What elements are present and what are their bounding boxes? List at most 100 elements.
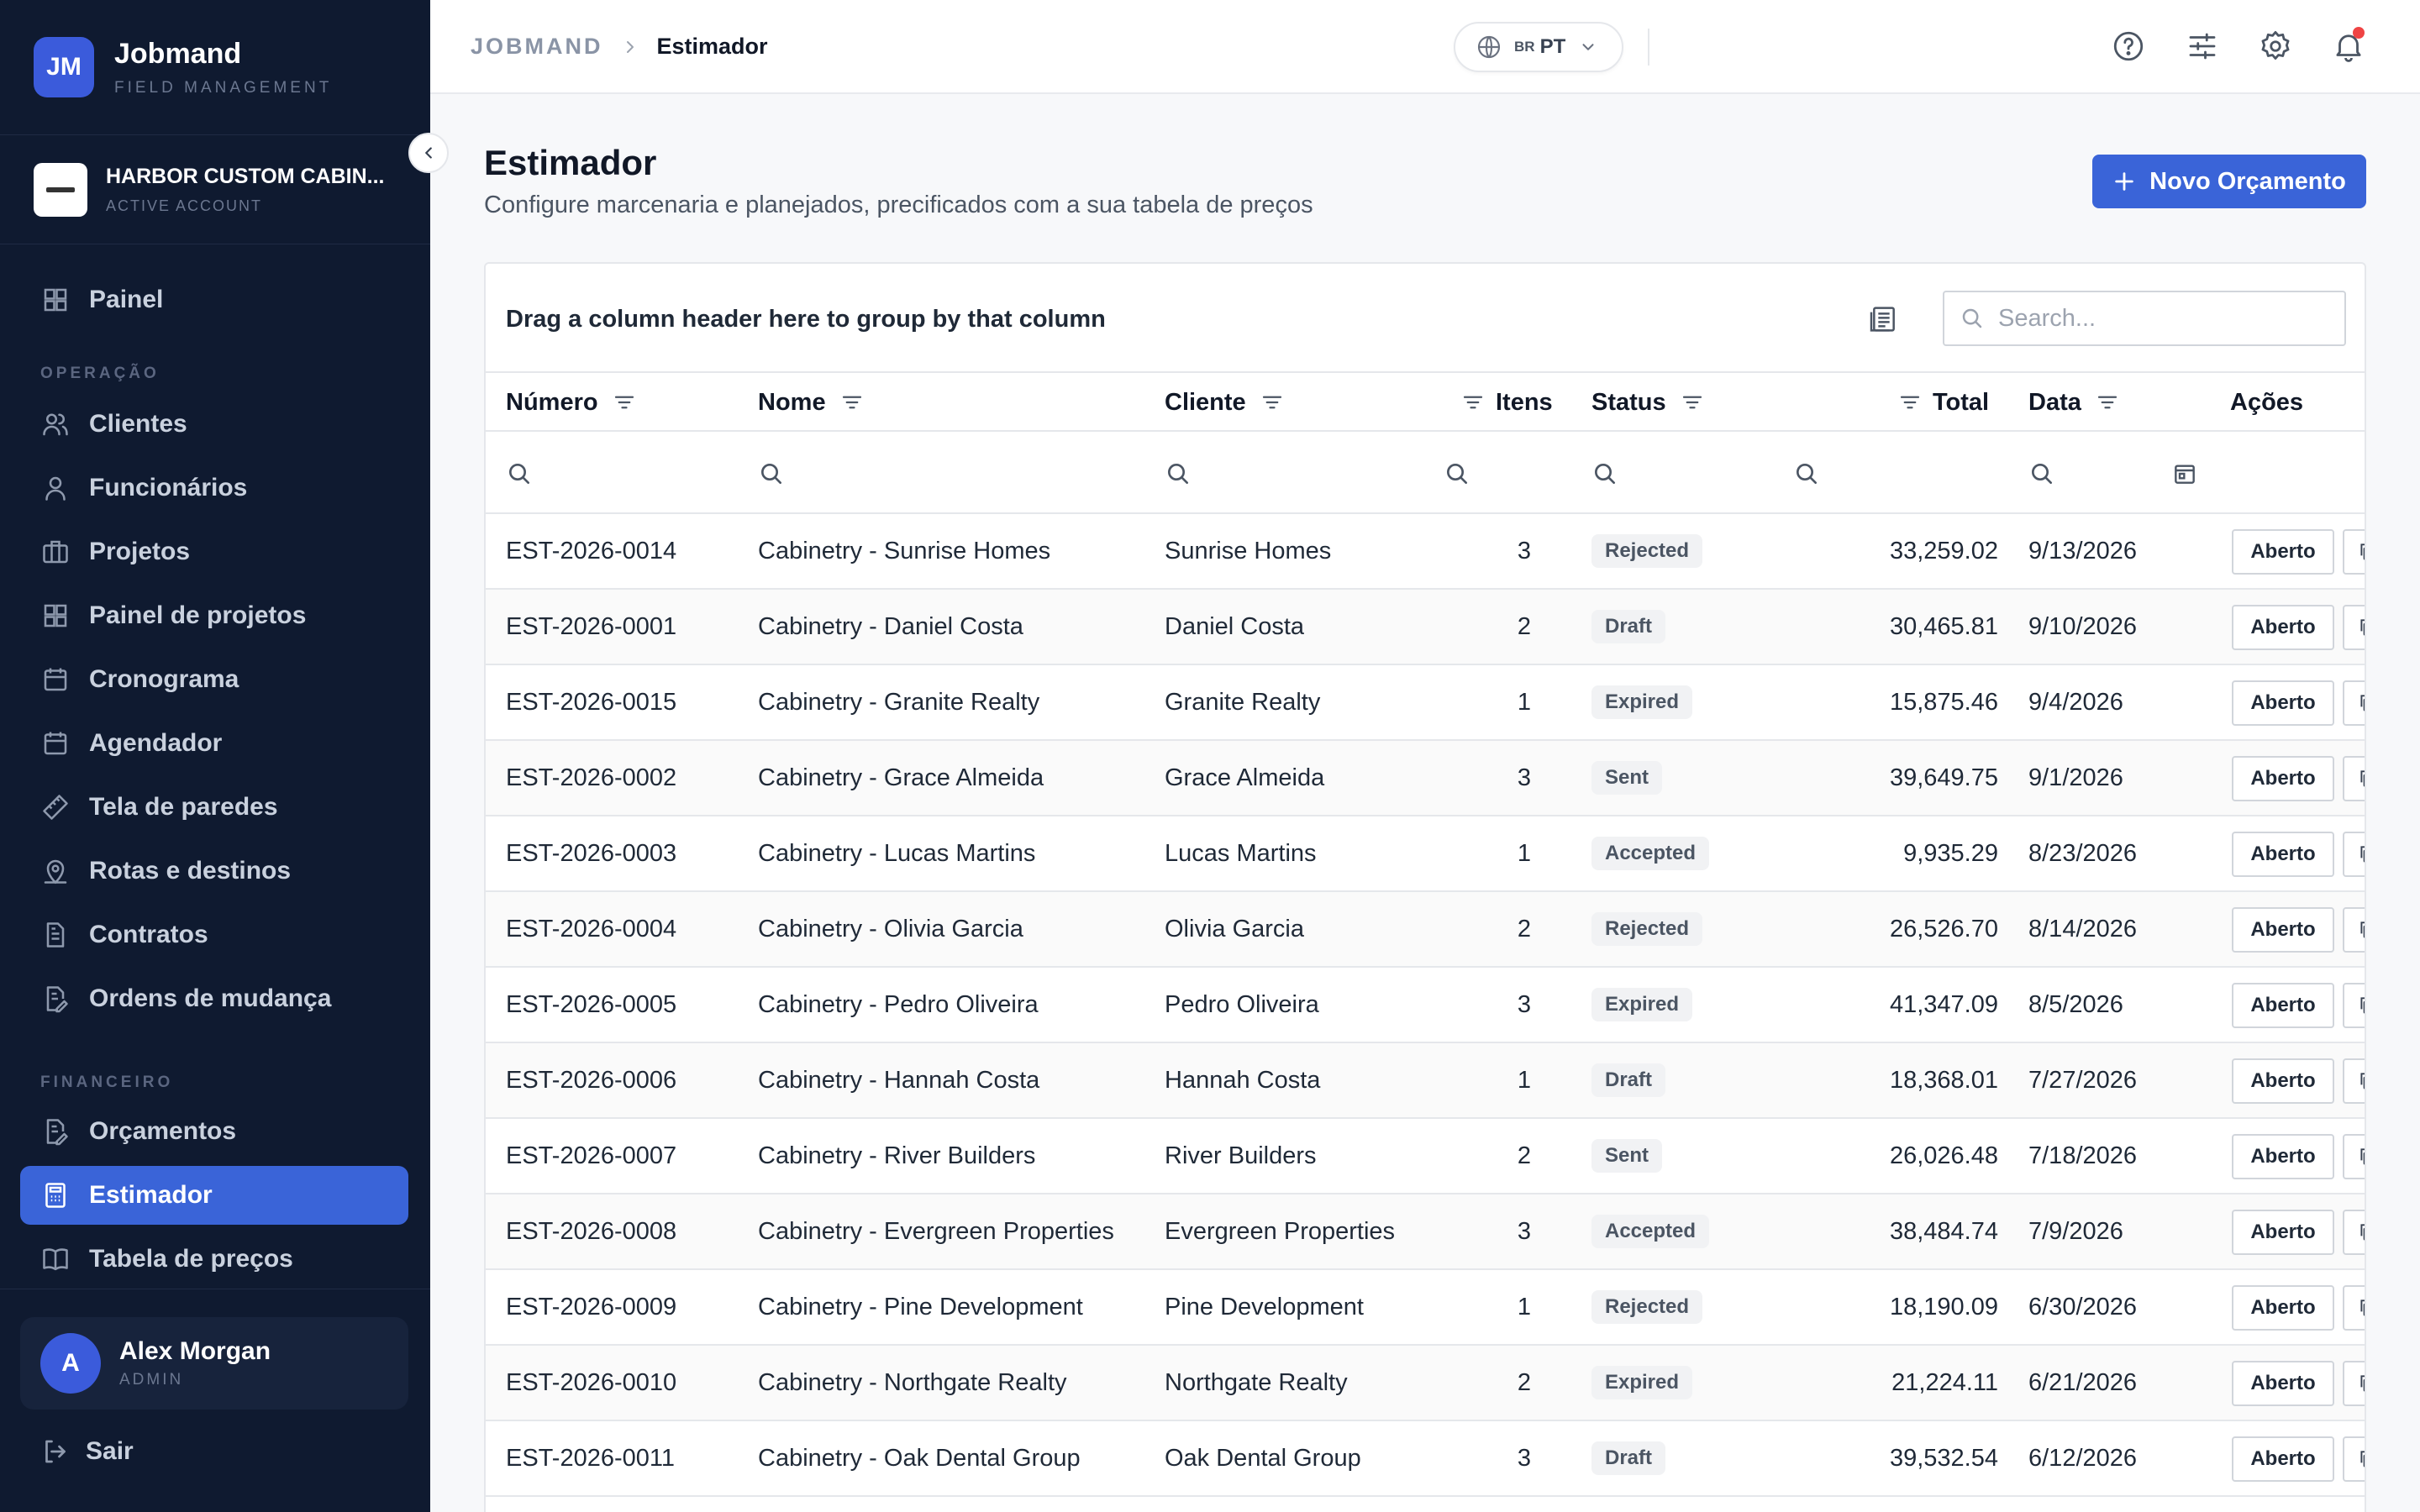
open-button[interactable]: Aberto bbox=[2232, 1134, 2334, 1179]
table-row[interactable]: EST-2026-0010 Cabinetry - Northgate Realt… bbox=[486, 1346, 2365, 1421]
filter-icon[interactable] bbox=[1460, 390, 1486, 415]
table-row[interactable]: EST-2026-0014 Cabinetry - Sunrise Homes Su… bbox=[486, 514, 2365, 590]
copy-button[interactable] bbox=[2343, 756, 2365, 801]
language-selector[interactable]: BR PT bbox=[1454, 22, 1623, 72]
sidebar-item-tabela-de-precos[interactable]: Tabela de preços bbox=[20, 1230, 408, 1289]
column-header-label: Itens bbox=[1496, 388, 1553, 416]
cell-nome: Cabinetry - Pine Development bbox=[758, 1293, 1083, 1320]
open-button[interactable]: Aberto bbox=[2232, 832, 2334, 877]
group-panel[interactable]: Drag a column header here to group by th… bbox=[486, 264, 2365, 373]
breadcrumb-root[interactable]: JOBMAND bbox=[471, 34, 603, 60]
new-estimate-button[interactable]: Novo Orçamento bbox=[2092, 155, 2366, 208]
open-button[interactable]: Aberto bbox=[2232, 680, 2334, 726]
calendar-icon[interactable] bbox=[2171, 460, 2198, 487]
open-button[interactable]: Aberto bbox=[2232, 1210, 2334, 1255]
logout-button[interactable]: Sair bbox=[40, 1436, 134, 1467]
table-row[interactable]: EST-2026-0011 Cabinetry - Oak Dental Grou… bbox=[486, 1421, 2365, 1497]
column-header-data[interactable]: Data bbox=[2028, 373, 2120, 432]
copy-button[interactable] bbox=[2343, 680, 2365, 726]
copy-button[interactable] bbox=[2343, 1134, 2365, 1179]
copy-button[interactable] bbox=[2343, 1058, 2365, 1104]
open-button[interactable]: Aberto bbox=[2232, 756, 2334, 801]
copy-button[interactable] bbox=[2343, 605, 2365, 650]
copy-button[interactable] bbox=[2343, 1361, 2365, 1406]
copy-icon bbox=[2357, 1146, 2365, 1168]
brand[interactable]: JM Jobmand FIELD MANAGEMENT bbox=[34, 37, 332, 97]
sidebar-item-funcionarios[interactable]: Funcionários bbox=[20, 459, 408, 517]
filter-icon[interactable] bbox=[2095, 390, 2120, 415]
column-header-numero[interactable]: Número bbox=[506, 373, 637, 432]
sidebar-item-painel[interactable]: Painel bbox=[20, 270, 408, 329]
sidebar-item-rotas-e-destinos[interactable]: Rotas e destinos bbox=[20, 842, 408, 900]
sliders-icon[interactable] bbox=[2185, 29, 2220, 64]
filter-icon[interactable] bbox=[1260, 390, 1285, 415]
copy-button[interactable] bbox=[2343, 907, 2365, 953]
sidebar-item-agendador[interactable]: Agendador bbox=[20, 714, 408, 773]
table-row[interactable]: EST-2026-0005 Cabinetry - Pedro Oliveira P… bbox=[486, 968, 2365, 1043]
table-row[interactable]: EST-2026-0002 Cabinetry - Grace Almeida Gr… bbox=[486, 741, 2365, 816]
grid-search-input[interactable] bbox=[1998, 304, 2334, 333]
open-button[interactable]: Aberto bbox=[2232, 605, 2334, 650]
table-row[interactable]: EST-2026-0003 Cabinetry - Lucas Martins Lu… bbox=[486, 816, 2365, 892]
gear-icon[interactable] bbox=[2258, 29, 2293, 64]
open-button[interactable]: Aberto bbox=[2232, 1436, 2334, 1482]
sidebar-item-painel-de-projetos[interactable]: Painel de projetos bbox=[20, 586, 408, 645]
copy-button[interactable] bbox=[2343, 1210, 2365, 1255]
cell-numero: EST-2026-0015 bbox=[506, 688, 677, 716]
grid-search[interactable] bbox=[1943, 291, 2346, 346]
search-icon[interactable] bbox=[1444, 460, 1470, 487]
sidebar-item-cronograma[interactable]: Cronograma bbox=[20, 650, 408, 709]
open-button[interactable]: Aberto bbox=[2232, 1361, 2334, 1406]
search-icon[interactable] bbox=[1165, 460, 1192, 487]
filter-icon[interactable] bbox=[612, 390, 637, 415]
search-icon[interactable] bbox=[506, 460, 533, 487]
table-row[interactable]: EST-2026-0015 Cabinetry - Granite Realty G… bbox=[486, 665, 2365, 741]
open-button[interactable]: Aberto bbox=[2232, 983, 2334, 1028]
cell-cliente: Lucas Martins bbox=[1165, 839, 1317, 867]
sidebar-item-projetos[interactable]: Projetos bbox=[20, 522, 408, 581]
sidebar-item-ordens-de-mudanca[interactable]: Ordens de mudança bbox=[20, 969, 408, 1028]
collapse-sidebar-button[interactable] bbox=[408, 133, 449, 173]
column-chooser-icon[interactable] bbox=[1867, 302, 1901, 336]
sidebar-item-clientes[interactable]: Clientes bbox=[20, 395, 408, 454]
copy-button[interactable] bbox=[2343, 983, 2365, 1028]
filter-icon[interactable] bbox=[839, 390, 865, 415]
table-row[interactable]: EST-2026-0001 Cabinetry - Daniel Costa Dan… bbox=[486, 590, 2365, 665]
sidebar-item-estimador[interactable]: Estimador bbox=[20, 1166, 408, 1225]
search-icon[interactable] bbox=[758, 460, 785, 487]
copy-button[interactable] bbox=[2343, 1285, 2365, 1331]
search-icon[interactable] bbox=[2028, 460, 2055, 487]
open-button[interactable]: Aberto bbox=[2232, 529, 2334, 575]
filter-icon[interactable] bbox=[1897, 390, 1923, 415]
filter-icon[interactable] bbox=[1680, 390, 1705, 415]
column-header-total[interactable]: Total bbox=[1897, 373, 1989, 432]
cell-cliente: Granite Realty bbox=[1165, 688, 1321, 716]
search-icon[interactable] bbox=[1591, 460, 1618, 487]
search-icon bbox=[1960, 306, 1985, 331]
cell-total: 33,259.02 bbox=[1889, 537, 1998, 564]
account-switcher[interactable]: HARBOR CUSTOM CABIN... ACTIVE ACCOUNT bbox=[34, 163, 387, 217]
open-button[interactable]: Aberto bbox=[2232, 907, 2334, 953]
copy-button[interactable] bbox=[2343, 832, 2365, 877]
table-row[interactable]: EST-2026-0004 Cabinetry - Olivia Garcia Ol… bbox=[486, 892, 2365, 968]
table-row[interactable]: EST-2026-0007 Cabinetry - River Builders R… bbox=[486, 1119, 2365, 1194]
help-icon[interactable] bbox=[2111, 29, 2146, 64]
column-header-itens[interactable]: Itens bbox=[1460, 373, 1553, 432]
sidebar-item-tela-de-paredes[interactable]: Tela de paredes bbox=[20, 778, 408, 837]
sidebar-item-orcamentos[interactable]: Orçamentos bbox=[20, 1102, 408, 1161]
sidebar-item-contratos[interactable]: Contratos bbox=[20, 906, 408, 964]
sidebar-item-label: Rotas e destinos bbox=[89, 857, 292, 885]
column-header-cliente[interactable]: Cliente bbox=[1165, 373, 1285, 432]
copy-button[interactable] bbox=[2343, 1436, 2365, 1482]
column-header-nome[interactable]: Nome bbox=[758, 373, 865, 432]
search-icon[interactable] bbox=[1793, 460, 1820, 487]
table-row[interactable]: EST-2026-0009 Cabinetry - Pine Developmen… bbox=[486, 1270, 2365, 1346]
table-row[interactable]: EST-2026-0006 Cabinetry - Hannah Costa Han… bbox=[486, 1043, 2365, 1119]
table-row[interactable]: EST-2026-0008 Cabinetry - Evergreen Prope… bbox=[486, 1194, 2365, 1270]
cell-data: 8/23/2026 bbox=[2028, 839, 2138, 867]
open-button[interactable]: Aberto bbox=[2232, 1058, 2334, 1104]
column-header-status[interactable]: Status bbox=[1591, 373, 1705, 432]
copy-button[interactable] bbox=[2343, 529, 2365, 575]
open-button[interactable]: Aberto bbox=[2232, 1285, 2334, 1331]
user-card[interactable]: A Alex Morgan ADMIN bbox=[20, 1317, 408, 1410]
